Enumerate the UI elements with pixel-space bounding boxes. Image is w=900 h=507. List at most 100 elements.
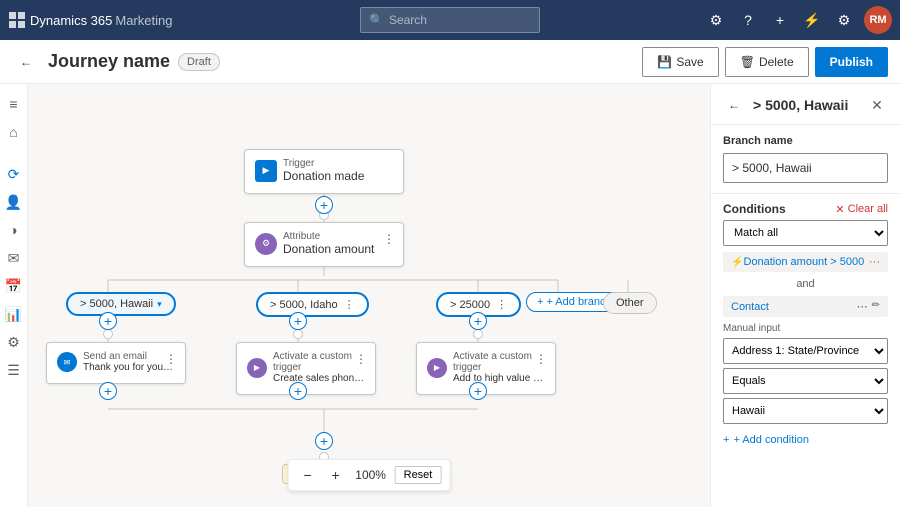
email-action-name: Thank you for your donation! — [83, 362, 175, 373]
branch-25000-menu[interactable]: ⋮ — [496, 298, 507, 311]
trigger2-name: Add to high value donor segment — [453, 373, 545, 384]
journey-canvas: ▶ Trigger Donation made + ⚙ Attribute Do… — [28, 84, 710, 507]
trigger-label: Trigger — [283, 158, 364, 169]
filter-icon[interactable]: ⚡ — [800, 8, 824, 32]
trigger1-menu[interactable]: ⋮ — [353, 351, 369, 367]
trigger1-name: Create sales phone call — [273, 373, 365, 384]
add-action-hawaii[interactable]: + — [99, 312, 117, 330]
other-label: Other — [616, 297, 644, 309]
panel-title: > 5000, Hawaii — [753, 97, 858, 113]
zoom-in-button[interactable]: + — [325, 464, 347, 486]
sidebar-home[interactable]: ⌂ — [2, 120, 26, 144]
branch-hawaii[interactable]: > 5000, Hawaii ▾ — [66, 292, 176, 316]
conditions-header: Conditions ✕ Clear all — [711, 194, 900, 220]
add-branch-label: + Add branch — [546, 296, 611, 308]
match-all-select[interactable]: Match all Match any — [723, 220, 888, 246]
sidebar-segments[interactable]: ◑ — [2, 218, 26, 242]
zoom-controls: − + 100% Reset — [288, 459, 451, 491]
sidebar-analytics[interactable]: 📊 — [2, 302, 26, 326]
clear-all-button[interactable]: ✕ Clear all — [835, 203, 888, 216]
zoom-out-button[interactable]: − — [297, 464, 319, 486]
sidebar-settings2[interactable]: ☰ — [2, 358, 26, 382]
branch-idaho[interactable]: > 5000, Idaho ⋮ — [256, 292, 369, 317]
back-arrow-icon: ← — [20, 55, 32, 69]
contact-more[interactable]: ⋯ — [857, 300, 868, 313]
trigger1-label: Activate a custom trigger — [273, 351, 365, 373]
sidebar-hamburger[interactable]: ≡ — [2, 92, 26, 116]
trigger-node: ▶ Trigger Donation made — [244, 149, 404, 194]
condition-1-link[interactable]: Donation amount > 5000 — [743, 256, 864, 268]
other-branch[interactable]: Other — [603, 292, 657, 314]
add-below-trigger2[interactable]: + — [469, 382, 487, 400]
delete-icon: 🗑 — [740, 55, 755, 69]
clear-icon: ✕ — [835, 203, 844, 216]
branch-hawaii-chevron: ▾ — [157, 299, 162, 310]
add-condition-button[interactable]: + + Add condition — [711, 428, 900, 452]
clear-all-label: Clear all — [848, 203, 888, 215]
condition-1-more[interactable]: ··· — [869, 256, 880, 268]
canvas-content: ▶ Trigger Donation made + ⚙ Attribute Do… — [28, 84, 710, 507]
attribute-label: Attribute — [283, 231, 374, 242]
email-node-menu[interactable]: ⋮ — [163, 351, 179, 367]
app-title: Dynamics 365 — [30, 13, 112, 28]
attribute-node: ⚙ Attribute Donation amount ⋮ — [244, 222, 404, 267]
zoom-reset-button[interactable]: Reset — [395, 466, 442, 484]
trigger2-action-icon: ▶ — [427, 358, 447, 378]
sidebar-events[interactable]: 📅 — [2, 274, 26, 298]
detail-panel: ← > 5000, Hawaii ✕ Branch name Condition… — [710, 84, 900, 507]
attribute-menu-button[interactable]: ⋮ — [381, 231, 397, 247]
filter-icon-small: ⚡ — [731, 257, 743, 268]
branch-idaho-menu[interactable]: ⋮ — [344, 298, 355, 311]
trigger-icon: ▶ — [255, 160, 277, 182]
add-condition-icon: + — [723, 434, 729, 446]
header-actions: 💾 Save 🗑 Delete Publish — [642, 47, 888, 77]
sidebar-emails[interactable]: ✉ — [2, 246, 26, 270]
gear-icon[interactable]: ⚙ — [832, 8, 856, 32]
panel-back-button[interactable]: ← — [723, 94, 745, 116]
sidebar-contacts[interactable]: 👤 — [2, 190, 26, 214]
add-after-trigger[interactable]: + — [315, 196, 333, 214]
add-below-email[interactable]: + — [99, 382, 117, 400]
status-badge: Draft — [178, 53, 220, 71]
attribute-name: Donation amount — [283, 242, 374, 256]
equals-field-select[interactable]: Equals — [723, 368, 888, 394]
branch-name-input[interactable] — [723, 153, 888, 183]
branch-idaho-label: > 5000, Idaho — [270, 299, 338, 311]
add-icon[interactable]: + — [768, 8, 792, 32]
attribute-icon: ⚙ — [255, 233, 277, 255]
value-field-select[interactable]: Hawaii — [723, 398, 888, 424]
contact-label[interactable]: Contact — [731, 301, 769, 313]
sidebar-journeys[interactable]: ⟳ — [2, 162, 26, 186]
branch-25000-label: > 25000 — [450, 299, 490, 311]
trigger2-menu[interactable]: ⋮ — [533, 351, 549, 367]
help-icon[interactable]: ? — [736, 8, 760, 32]
add-action-25000[interactable]: + — [469, 312, 487, 330]
sub-header: ← Journey name Draft 💾 Save 🗑 Delete Pub… — [0, 40, 900, 84]
contact-edit-icon[interactable]: ✏ — [872, 300, 880, 313]
trigger1-action-icon: ▶ — [247, 358, 267, 378]
settings-icon[interactable]: ⚙ — [704, 8, 728, 32]
panel-close-button[interactable]: ✕ — [866, 94, 888, 116]
email-action-icon: ✉ — [57, 352, 77, 372]
action-email-node: ✉ Send an email Thank you for your donat… — [46, 342, 186, 384]
address-field-select[interactable]: Address 1: State/Province — [723, 338, 888, 364]
add-before-exit[interactable]: + — [315, 432, 333, 450]
user-avatar[interactable]: RM — [864, 6, 892, 34]
condition-1: ⚡ Donation amount > 5000 ··· — [723, 252, 888, 272]
back-button[interactable]: ← — [12, 48, 40, 76]
delete-button[interactable]: 🗑 Delete — [725, 47, 809, 77]
nav-right-actions: ⚙ ? + ⚡ ⚙ RM — [704, 6, 892, 34]
search-box[interactable]: 🔍 Search — [360, 7, 540, 33]
add-condition-label: + Add condition — [733, 434, 809, 446]
save-button[interactable]: 💾 Save — [642, 47, 718, 77]
contact-actions: ⋯ ✏ — [857, 300, 880, 313]
branch-hawaii-label: > 5000, Hawaii — [80, 298, 153, 310]
search-placeholder: Search — [389, 13, 427, 27]
publish-button[interactable]: Publish — [815, 47, 888, 77]
add-below-trigger1[interactable]: + — [289, 382, 307, 400]
zoom-level-display: 100% — [353, 468, 389, 482]
add-action-idaho[interactable]: + — [289, 312, 307, 330]
left-sidebar: ≡ ⌂ ⟳ 👤 ◑ ✉ 📅 📊 ⚙ ☰ — [0, 84, 28, 507]
sidebar-settings1[interactable]: ⚙ — [2, 330, 26, 354]
add-branch-icon: + — [537, 296, 543, 308]
